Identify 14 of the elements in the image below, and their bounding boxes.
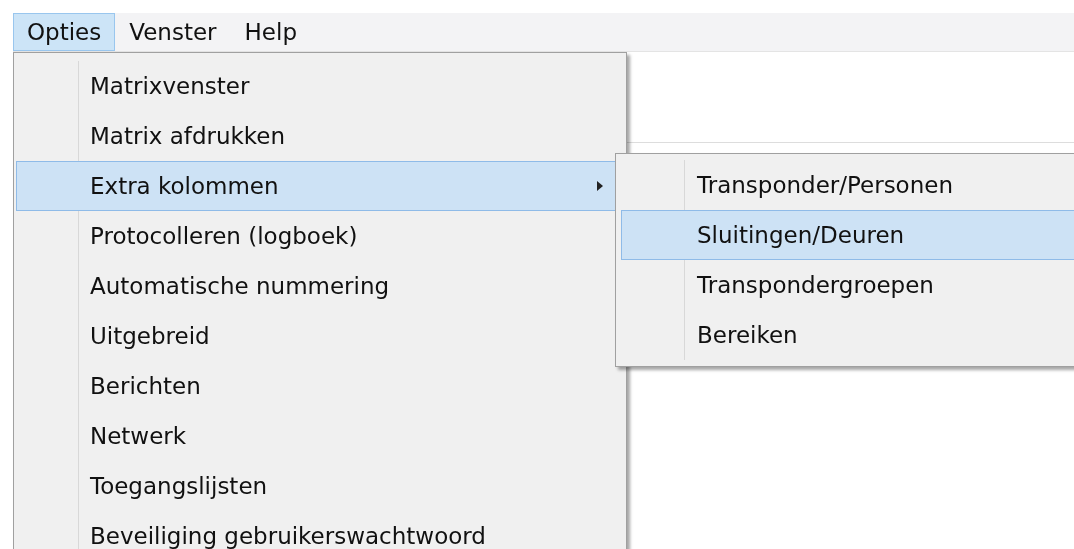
menu-item[interactable]: Berichten: [16, 361, 624, 411]
menu-item[interactable]: Sluitingen/Deuren: [621, 210, 1074, 260]
menu-bar-item[interactable]: Help: [230, 13, 311, 51]
menu-item[interactable]: Matrixvenster: [16, 61, 624, 111]
menu-item[interactable]: Netwerk: [16, 411, 624, 461]
menu-bar-item[interactable]: Venster: [115, 13, 231, 51]
menu-item[interactable]: Beveiliging gebruikerswachtwoord: [16, 511, 624, 549]
menu-item[interactable]: Toegangslijsten: [16, 461, 624, 511]
menu-item[interactable]: Transpondergroepen: [621, 260, 1074, 310]
menu-bar-item[interactable]: Opties: [13, 13, 116, 51]
menu-item[interactable]: Matrix afdrukken: [16, 111, 624, 161]
submenu-arrow-icon: [597, 181, 603, 191]
menu-item[interactable]: Transponder/Personen: [621, 160, 1074, 210]
menu-item[interactable]: Bereiken: [621, 310, 1074, 360]
